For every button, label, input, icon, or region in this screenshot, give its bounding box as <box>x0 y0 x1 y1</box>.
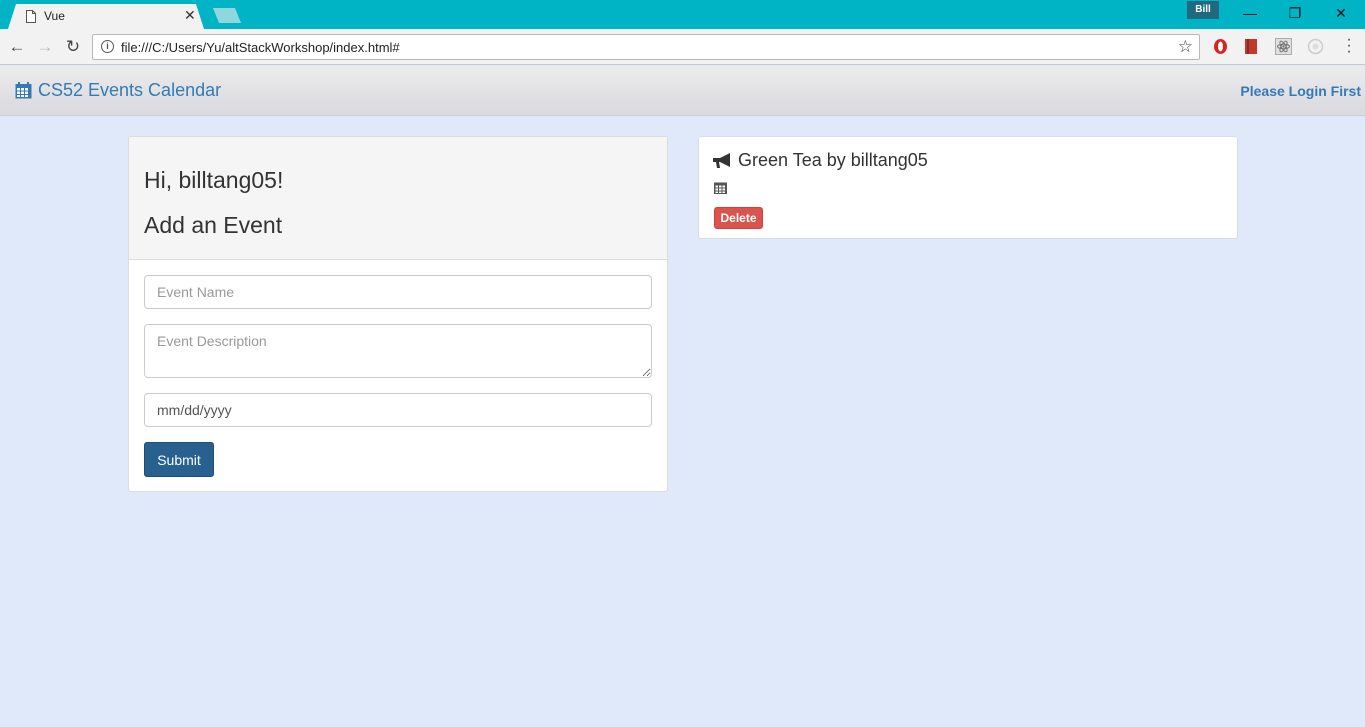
inactive-extension-icon[interactable] <box>1307 38 1324 55</box>
tab-vue[interactable]: Vue ✕ <box>8 4 204 29</box>
event-date-input[interactable]: mm/dd/yyyy <box>144 393 652 427</box>
delete-button[interactable]: Delete <box>714 207 763 229</box>
calendar-small-icon <box>714 182 727 194</box>
profile-badge[interactable]: Bill <box>1187 1 1219 19</box>
bookmark-star-icon[interactable]: ☆ <box>1178 37 1193 57</box>
close-window-button[interactable]: ✕ <box>1318 0 1364 29</box>
panel-heading: Hi, billtang05! Add an Event <box>129 137 667 260</box>
browser-menu-icon[interactable]: · · · <box>1343 32 1355 60</box>
back-button[interactable]: ← <box>6 36 28 58</box>
reload-button[interactable]: ↻ <box>62 36 84 58</box>
bullhorn-icon <box>713 152 730 168</box>
event-description-input[interactable] <box>144 324 652 378</box>
react-devtools-icon[interactable] <box>1275 38 1292 55</box>
opera-extension-icon[interactable] <box>1212 38 1229 55</box>
event-title-row: Green Tea by billtang05 <box>713 150 928 171</box>
forward-button[interactable]: → <box>34 36 56 58</box>
submit-button[interactable]: Submit <box>144 442 214 477</box>
event-card: Green Tea by billtang05 Delete <box>698 136 1238 239</box>
page-icon <box>26 10 36 23</box>
minimize-button[interactable]: — <box>1227 0 1273 29</box>
restore-button[interactable]: ❐ <box>1272 0 1318 29</box>
brand-text: CS52 Events Calendar <box>38 80 222 100</box>
browser-titlebar: Vue ✕ Bill — ❐ ✕ <box>0 0 1365 29</box>
browser-toolbar: ← → ↻ i file:///C:/Users/Yu/altStackWork… <box>0 29 1365 65</box>
book-extension-icon[interactable] <box>1243 38 1260 55</box>
calendar-icon <box>15 82 32 99</box>
event-title: Green Tea by billtang05 <box>738 150 928 170</box>
tab-title: Vue <box>44 9 65 23</box>
add-event-title: Add an Event <box>144 212 283 238</box>
new-tab-button[interactable] <box>213 8 241 23</box>
greeting: Hi, billtang05! <box>144 167 284 193</box>
tab-close-icon[interactable]: ✕ <box>184 7 196 24</box>
url-text[interactable]: file:///C:/Users/Yu/altStackWorkshop/ind… <box>121 40 400 55</box>
app-navbar: CS52 Events Calendar Please Login First <box>0 66 1365 116</box>
address-bar[interactable]: i file:///C:/Users/Yu/altStackWorkshop/i… <box>92 34 1200 60</box>
add-event-panel: Hi, billtang05! Add an Event mm/dd/yyyy … <box>128 136 668 492</box>
info-icon[interactable]: i <box>101 40 114 53</box>
login-link[interactable]: Please Login First <box>1240 83 1361 99</box>
brand-link[interactable]: CS52 Events Calendar <box>15 80 221 101</box>
event-name-input[interactable] <box>144 275 652 309</box>
